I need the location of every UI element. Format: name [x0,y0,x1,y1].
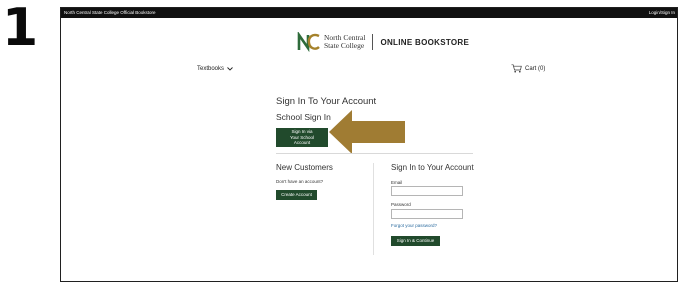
college-name: North Central State College [324,33,366,50]
new-customers-heading: New Customers [276,163,333,172]
nav-textbooks[interactable]: Textbooks [197,66,233,72]
password-field[interactable] [391,209,463,219]
email-field[interactable] [391,186,463,196]
password-label: Password [391,202,411,207]
browser-screenshot: North Central State College Official Boo… [60,7,678,282]
column-divider [373,163,374,255]
account-signin-heading: Sign In to Your Account [391,163,474,172]
step-number: 1 [2,0,39,58]
store-label: ONLINE BOOKSTORE [380,37,470,47]
forgot-password-link[interactable]: Forgot your password? [391,223,437,228]
nav-cart[interactable]: Cart (0) [511,64,545,73]
login-link[interactable]: Login/Sign In [649,8,675,18]
cart-label: Cart (0) [525,65,546,72]
school-signin-heading: School Sign In [276,112,331,122]
create-account-button[interactable]: Create Account [276,190,317,200]
school-signin-button[interactable]: Sign In via Your School Account [276,128,328,147]
site-name: North Central State College Official Boo… [64,10,156,15]
new-account-prompt: Don't have an account? [276,179,324,184]
college-logo-icon [297,32,320,52]
bookstore-logo[interactable]: North Central State College ONLINE BOOKS… [297,31,469,53]
section-divider [276,153,473,154]
nav-textbooks-label: Textbooks [197,66,225,72]
cart-icon [511,64,522,73]
signin-title: Sign In To Your Account [276,96,377,107]
email-label: Email [391,180,403,185]
left-arrow-icon [329,110,405,154]
chevron-down-icon [227,67,233,71]
top-bar: North Central State College Official Boo… [61,8,677,18]
logo-divider [372,34,374,50]
signin-continue-button[interactable]: Sign In & Continue [391,236,440,246]
